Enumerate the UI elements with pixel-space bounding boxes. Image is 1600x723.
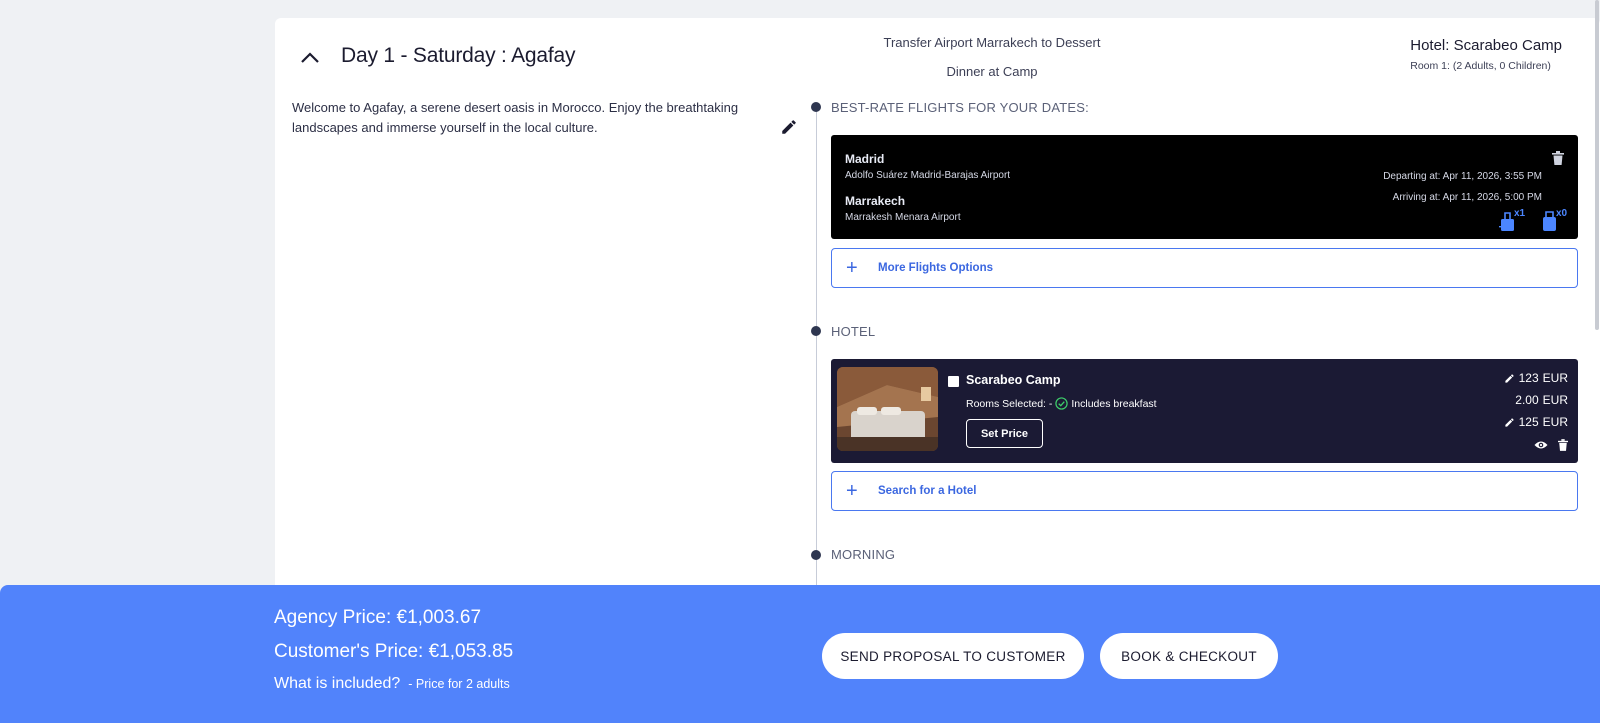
- timeline-line: [816, 107, 817, 587]
- cabin-bag-count: x1: [1514, 208, 1526, 219]
- hotel-currency-2: EUR: [1542, 393, 1568, 407]
- hotel-section-label: HOTEL: [831, 324, 876, 339]
- timeline-dot-hotel: [811, 326, 821, 336]
- what-is-included-link[interactable]: What is included?: [274, 675, 400, 693]
- checked-bag-count: x0: [1556, 208, 1568, 219]
- hotel-currency-1: EUR: [1542, 371, 1568, 385]
- timeline-dot-flights: [811, 102, 821, 112]
- hotel-card: Scarabeo Camp Rooms Selected: - Includes…: [831, 359, 1578, 463]
- flight-card: Madrid Adolfo Suárez Madrid-Barajas Airp…: [831, 135, 1578, 239]
- hotel-rooms-selected: Rooms Selected: - Includes breakfast: [966, 397, 1157, 410]
- hotel-price-3: 125: [1518, 415, 1539, 429]
- search-hotel-button[interactable]: + Search for a Hotel: [831, 471, 1578, 511]
- destination-airport: Marrakesh Menara Airport: [845, 212, 961, 223]
- origin-airport: Adolfo Suárez Madrid-Barajas Airport: [845, 170, 1011, 181]
- hotel-actions: [1534, 439, 1568, 451]
- delete-flight-button[interactable]: [1552, 151, 1564, 165]
- agency-price: Agency Price: €1,003.67: [274, 607, 482, 628]
- scrollbar-thumb[interactable]: [1595, 0, 1599, 330]
- hotel-photo: [837, 367, 938, 451]
- departing-time: Departing at: Apr 11, 2026, 3:55 PM: [1383, 171, 1542, 182]
- more-flights-button[interactable]: + More Flights Options: [831, 248, 1578, 288]
- hotel-summary: Hotel: Scarabeo Camp Room 1: (2 Adults, …: [1410, 37, 1562, 72]
- day-summary-dinner: Dinner at Camp: [946, 64, 1038, 79]
- timeline-dot-morning: [811, 550, 821, 560]
- pencil-icon[interactable]: [1504, 373, 1515, 384]
- arriving-time: Arriving at: Apr 11, 2026, 5:00 PM: [1392, 192, 1542, 203]
- day-summary-transfer: Transfer Airport Marrakech to Dessert: [883, 35, 1101, 50]
- hotel-price-row-3: 125 EUR: [1504, 415, 1568, 429]
- morning-section-label: MORNING: [831, 547, 896, 562]
- eye-icon[interactable]: [1534, 440, 1548, 450]
- hotel-price-row-1: 123 EUR: [1504, 371, 1568, 385]
- page-scrollbar[interactable]: [1594, 0, 1600, 585]
- price-note: - Price for 2 adults: [408, 677, 510, 691]
- chevron-up-icon: [301, 52, 319, 63]
- rooms-selected-label: Rooms Selected: -: [966, 397, 1053, 410]
- hotel-price-row-2: 2.00 EUR: [1515, 393, 1568, 407]
- collapse-day-button[interactable]: [297, 45, 323, 71]
- plus-icon: +: [846, 257, 858, 279]
- includes-breakfast: Includes breakfast: [1071, 397, 1157, 410]
- day-description: Welcome to Agafay, a serene desert oasis…: [292, 100, 739, 135]
- book-checkout-button[interactable]: BOOK & CHECKOUT: [1100, 633, 1278, 679]
- price-footer: [0, 585, 1600, 723]
- origin-city: Madrid: [845, 152, 885, 166]
- edit-description-button[interactable]: [780, 118, 800, 138]
- check-circle-icon: [1055, 397, 1069, 410]
- plus-icon: +: [846, 480, 858, 502]
- hotel-price-2: 2.00: [1515, 393, 1539, 407]
- pencil-icon: [782, 120, 796, 134]
- customer-price: Customer's Price: €1,053.85: [274, 641, 514, 662]
- included-info: What is included? - Price for 2 adults: [274, 675, 510, 693]
- hotel-currency-3: EUR: [1542, 415, 1568, 429]
- trash-icon: [1552, 151, 1564, 165]
- set-price-button[interactable]: Set Price: [966, 419, 1043, 448]
- pencil-icon[interactable]: [1504, 417, 1515, 428]
- hotel-name: Scarabeo Camp: [966, 373, 1061, 387]
- more-flights-label: More Flights Options: [878, 262, 993, 274]
- hotel-summary-title: Hotel: Scarabeo Camp: [1410, 37, 1562, 54]
- send-proposal-button[interactable]: SEND PROPOSAL TO CUSTOMER: [822, 633, 1084, 679]
- hotel-select-checkbox[interactable]: [948, 376, 959, 387]
- destination-city: Marrakech: [845, 194, 906, 208]
- search-hotel-label: Search for a Hotel: [878, 485, 977, 497]
- day-title: Day 1 - Saturday : Agafay: [341, 44, 576, 67]
- flights-section-label: BEST-RATE FLIGHTS FOR YOUR DATES:: [831, 100, 1089, 115]
- hotel-summary-room: Room 1: (2 Adults, 0 Children): [1410, 60, 1551, 72]
- trash-icon[interactable]: [1558, 439, 1568, 451]
- hotel-price-1: 123: [1518, 371, 1539, 385]
